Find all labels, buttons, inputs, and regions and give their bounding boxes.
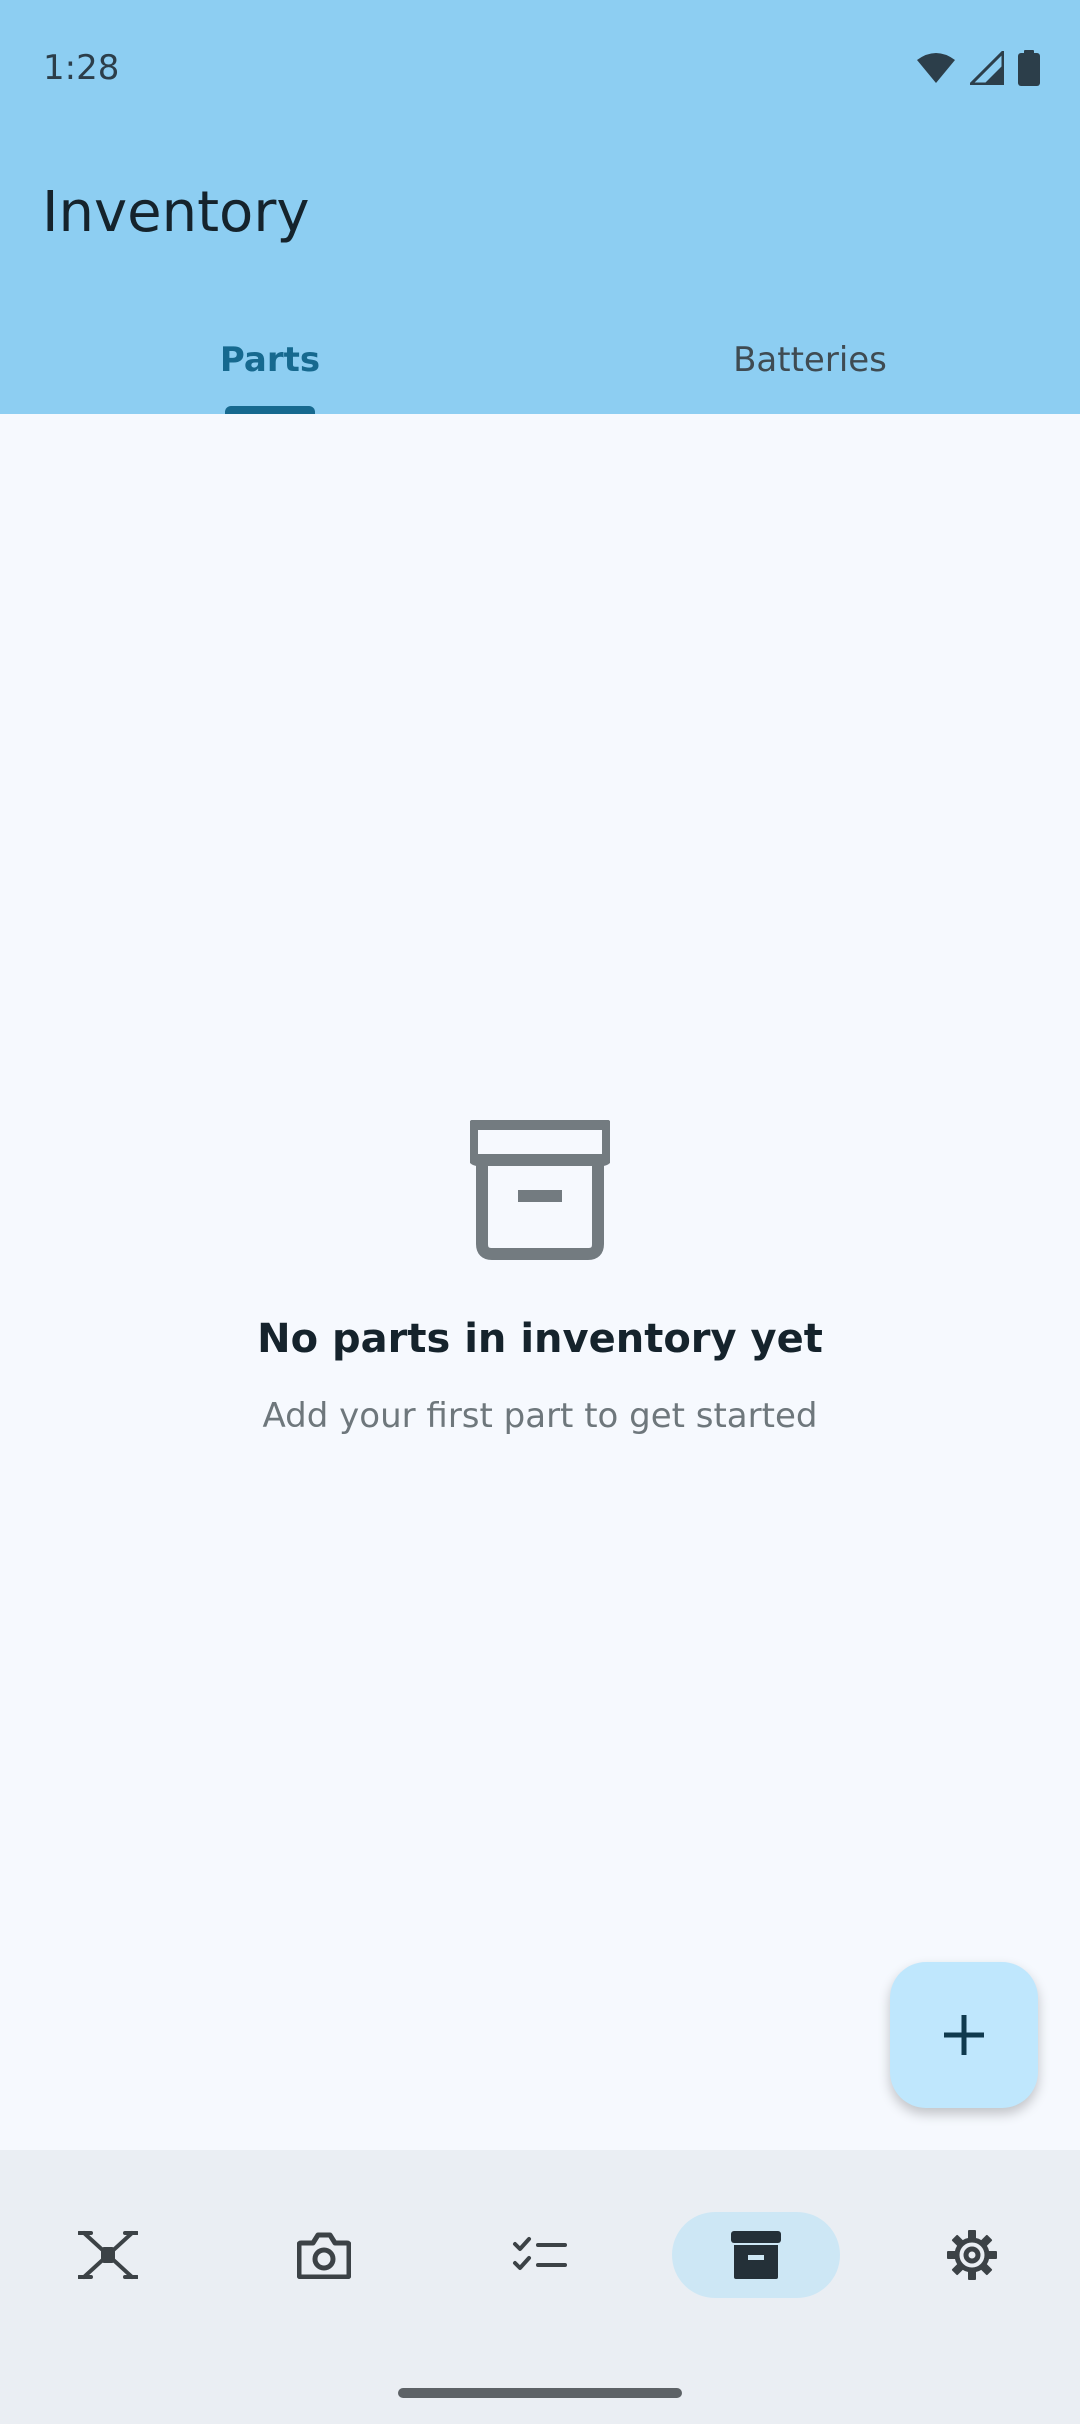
archive-icon [470, 1120, 610, 1260]
nav-item-camera[interactable] [216, 2212, 432, 2298]
nav-item-inventory[interactable] [648, 2212, 864, 2298]
empty-state: No parts in inventory yet Add your first… [0, 1120, 1080, 1438]
checklist-icon [513, 2237, 567, 2270]
add-part-button[interactable] [890, 1962, 1038, 2108]
wifi-icon [916, 52, 956, 88]
tab-batteries-label: Batteries [733, 340, 887, 380]
bottom-navigation [0, 2150, 1080, 2424]
archive-icon [731, 2231, 781, 2279]
signal-icon [967, 48, 1005, 89]
nav-item-checklist[interactable] [432, 2212, 648, 2298]
empty-state-subtitle: Add your first part to get started [262, 1396, 818, 1436]
tab-parts[interactable]: Parts [0, 318, 540, 414]
camera-icon [297, 2232, 351, 2279]
plus-icon [944, 2015, 984, 2055]
home-indicator[interactable] [398, 2388, 682, 2398]
nav-item-drones[interactable] [0, 2212, 216, 2298]
tab-bar: Parts Batteries [0, 318, 1080, 414]
tab-batteries[interactable]: Batteries [540, 318, 1080, 414]
status-time: 1:28 [43, 48, 120, 88]
gear-icon [947, 2230, 997, 2280]
nav-item-settings[interactable] [864, 2212, 1080, 2298]
page-title: Inventory [42, 180, 310, 245]
empty-state-title: No parts in inventory yet [257, 1316, 823, 1362]
status-icons [916, 48, 1040, 90]
app-bar: 1:28 Inventory Parts Batteries [0, 0, 1080, 414]
status-bar: 1:28 [0, 0, 1080, 140]
tab-indicator [225, 406, 315, 414]
tab-parts-label: Parts [219, 340, 321, 380]
battery-icon [1018, 50, 1040, 90]
drone-icon [78, 2231, 138, 2279]
